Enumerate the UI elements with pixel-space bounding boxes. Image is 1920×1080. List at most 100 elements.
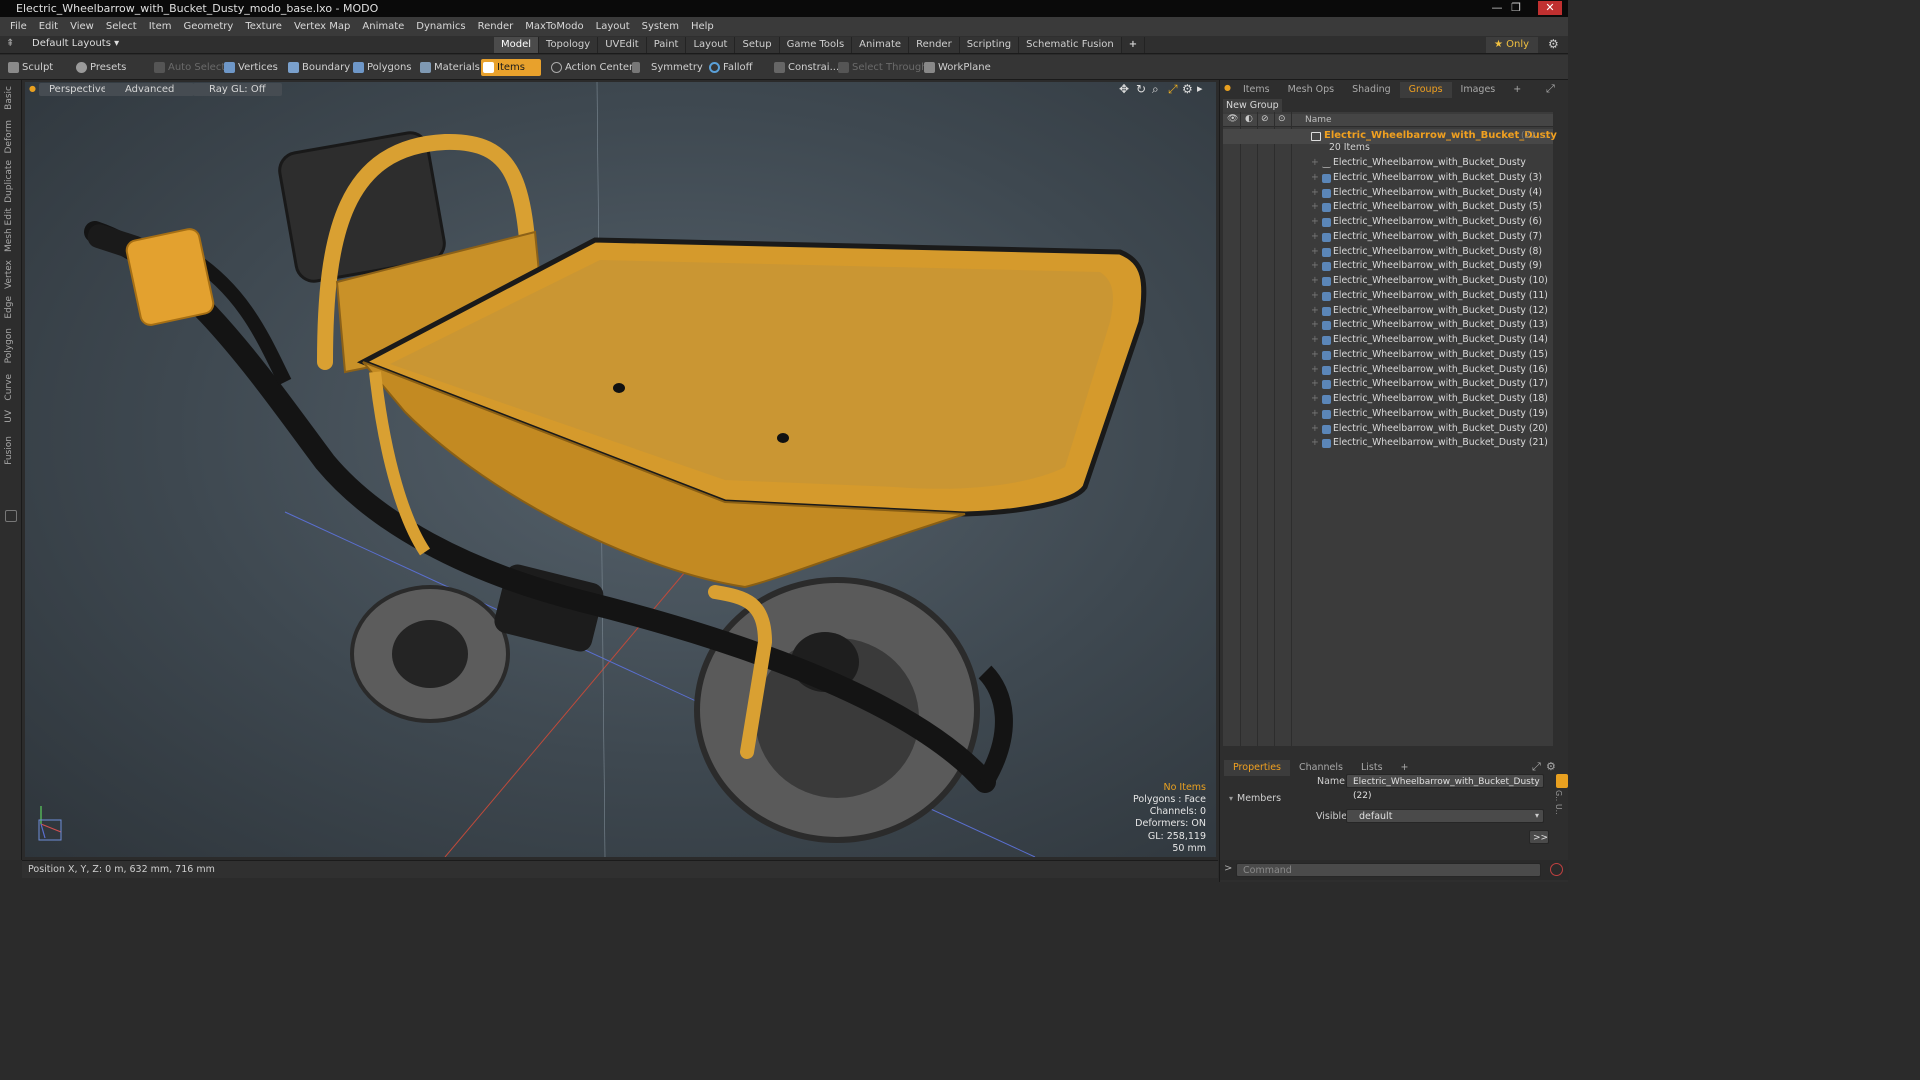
symmetry-button[interactable]: Symmetry (630, 59, 703, 76)
left-tab-vertex[interactable]: Vertex (4, 260, 14, 289)
left-tab-curve[interactable]: Curve (4, 374, 14, 401)
vertices-button[interactable]: Vertices (222, 59, 278, 76)
group-item-row[interactable]: + Electric_Wheelbarrow_with_Bucket_Dusty … (1223, 289, 1553, 304)
members-collapse-icon[interactable]: ▾ (1229, 794, 1233, 803)
left-tab-deform[interactable]: Deform (4, 120, 14, 153)
more-button[interactable]: >> (1529, 830, 1549, 844)
group-item-row[interactable]: + Electric_Wheelbarrow_with_Bucket_Dusty … (1223, 348, 1553, 363)
props-gear-icon[interactable]: ⚙ (1546, 760, 1556, 773)
group-item-row[interactable]: + Electric_Wheelbarrow_with_Bucket_Dusty … (1223, 436, 1553, 451)
menu-animate[interactable]: Animate (356, 21, 410, 32)
group-item-row[interactable]: + Electric_Wheelbarrow_with_Bucket_Dusty … (1223, 333, 1553, 348)
expand-icon[interactable]: + (1311, 230, 1319, 245)
constraints-button[interactable]: Constrai... (772, 59, 839, 76)
expand-icon[interactable]: + (1311, 348, 1319, 363)
left-panel-toggle-icon[interactable] (5, 510, 17, 522)
menu-layout[interactable]: Layout (590, 21, 636, 32)
left-tab-basic[interactable]: Basic (4, 86, 14, 110)
polygons-button[interactable]: Polygons (351, 59, 412, 76)
left-tab-uv[interactable]: UV (4, 410, 14, 423)
add-panel-tab-icon[interactable]: + (1504, 82, 1530, 98)
expand-icon[interactable]: + (1311, 422, 1319, 437)
panel-expand-icon[interactable]: ⤢ (1546, 82, 1555, 96)
expand-icon[interactable]: + (1311, 363, 1319, 378)
expand-icon[interactable]: + (1311, 304, 1319, 319)
group-item-row[interactable]: + Electric_Wheelbarrow_with_Bucket_Dusty … (1223, 363, 1553, 378)
minimize-button[interactable]: — (1488, 1, 1506, 15)
tab-model[interactable]: Model (494, 37, 540, 53)
panel-options-icon[interactable]: ● (1224, 83, 1231, 92)
expand-icon[interactable]: + (1311, 436, 1319, 451)
chevron-down-icon[interactable]: ▾ (1535, 811, 1539, 820)
group-item-row[interactable]: + Electric_Wheelbarrow_with_Bucket_Dusty … (1223, 259, 1553, 274)
new-group-button[interactable]: New Group (1223, 99, 1282, 112)
group-item-row[interactable]: + Electric_Wheelbarrow_with_Bucket_Dusty … (1223, 274, 1553, 289)
left-tab-duplicate[interactable]: Duplicate (4, 160, 14, 203)
tab-paint[interactable]: Paint (646, 37, 687, 53)
tab-images[interactable]: Images (1452, 82, 1505, 98)
falloff-button[interactable]: Falloff (707, 59, 753, 76)
add-tab-icon[interactable]: + (1122, 37, 1146, 53)
lock-icon[interactable]: ⊘ (1261, 114, 1269, 124)
group-item-row[interactable]: + Electric_Wheelbarrow_with_Bucket_Dusty … (1223, 392, 1553, 407)
tab-schematic-fusion[interactable]: Schematic Fusion (1019, 37, 1122, 53)
menu-texture[interactable]: Texture (239, 21, 288, 32)
expand-icon[interactable]: + (1311, 274, 1319, 289)
menu-render[interactable]: Render (472, 21, 520, 32)
menu-maxtomodo[interactable]: MaxToModo (519, 21, 589, 32)
expand-icon[interactable]: + (1311, 215, 1319, 230)
expand-icon[interactable]: + (1311, 200, 1319, 215)
tab-channels[interactable]: Channels (1290, 760, 1352, 776)
tab-topology[interactable]: Topology (539, 37, 599, 53)
expand-icon[interactable]: + (1311, 333, 1319, 348)
expand-icon[interactable]: + (1311, 392, 1319, 407)
menu-item[interactable]: Item (143, 21, 178, 32)
expand-icon[interactable]: + (1311, 318, 1319, 333)
menu-view[interactable]: View (64, 21, 100, 32)
group-item-row[interactable]: + Electric_Wheelbarrow_with_Bucket_Dusty … (1223, 422, 1553, 437)
items-button[interactable]: Items (481, 59, 541, 76)
color-swatch[interactable] (1556, 774, 1568, 788)
expand-icon[interactable]: + (1311, 186, 1319, 201)
select-through-button[interactable]: Select Through (836, 59, 928, 76)
materials-button[interactable]: Materials (418, 59, 480, 76)
menu-vertex-map[interactable]: Vertex Map (288, 21, 356, 32)
tab-render[interactable]: Render (909, 37, 960, 53)
auto-select-button[interactable]: Auto Select (152, 59, 225, 76)
expand-icon[interactable]: + (1311, 171, 1319, 186)
gear-icon[interactable]: ⚙ (1548, 37, 1559, 51)
tab-uvedit[interactable]: UVEdit (598, 37, 647, 53)
tab-mesh-ops[interactable]: Mesh Ops (1279, 82, 1344, 98)
left-tab-polygon[interactable]: Polygon (4, 328, 14, 363)
group-item-row[interactable]: + Electric_Wheelbarrow_with_Bucket_Dusty (1223, 156, 1553, 171)
menu-help[interactable]: Help (685, 21, 720, 32)
group-item-row[interactable]: + Electric_Wheelbarrow_with_Bucket_Dusty … (1223, 171, 1553, 186)
visibility-eye-icon[interactable]: 👁 (1227, 114, 1238, 124)
menu-geometry[interactable]: Geometry (177, 21, 239, 32)
tab-layout[interactable]: Layout (686, 37, 736, 53)
command-stop-icon[interactable] (1550, 863, 1563, 876)
presets-button[interactable]: Presets (74, 59, 126, 76)
left-tab-mesh-edit[interactable]: Mesh Edit (4, 208, 14, 252)
boundary-button[interactable]: Boundary (286, 59, 350, 76)
group-item-row[interactable]: + Electric_Wheelbarrow_with_Bucket_Dusty … (1223, 407, 1553, 422)
left-tab-fusion[interactable]: Fusion (4, 436, 14, 465)
layout-selector[interactable]: Default Layouts ▾ (32, 38, 119, 49)
group-item-row[interactable]: + Electric_Wheelbarrow_with_Bucket_Dusty … (1223, 186, 1553, 201)
render-icon[interactable]: ◐ (1245, 114, 1253, 124)
tab-items[interactable]: Items (1234, 82, 1279, 98)
tab-groups[interactable]: Groups (1399, 82, 1452, 98)
name-field[interactable]: Electric_Wheelbarrow_with_Bucket_Dusty (… (1346, 774, 1544, 801)
expand-icon[interactable]: + (1311, 156, 1319, 171)
maximize-button[interactable]: ❐ (1507, 1, 1525, 15)
group-item-row[interactable]: + Electric_Wheelbarrow_with_Bucket_Dusty … (1223, 215, 1553, 230)
group-item-row[interactable]: + Electric_Wheelbarrow_with_Bucket_Dusty … (1223, 200, 1553, 215)
visible-select[interactable]: default (1346, 809, 1544, 823)
expand-icon[interactable]: + (1311, 377, 1319, 392)
expand-icon[interactable]: + (1311, 407, 1319, 422)
group-item-row[interactable]: + Electric_Wheelbarrow_with_Bucket_Dusty … (1223, 377, 1553, 392)
tab-properties[interactable]: Properties (1224, 760, 1291, 776)
only-toggle[interactable]: ★ Only (1486, 37, 1538, 53)
group-item-row[interactable]: + Electric_Wheelbarrow_with_Bucket_Dusty … (1223, 318, 1553, 333)
group-item-row[interactable]: + Electric_Wheelbarrow_with_Bucket_Dusty … (1223, 304, 1553, 319)
